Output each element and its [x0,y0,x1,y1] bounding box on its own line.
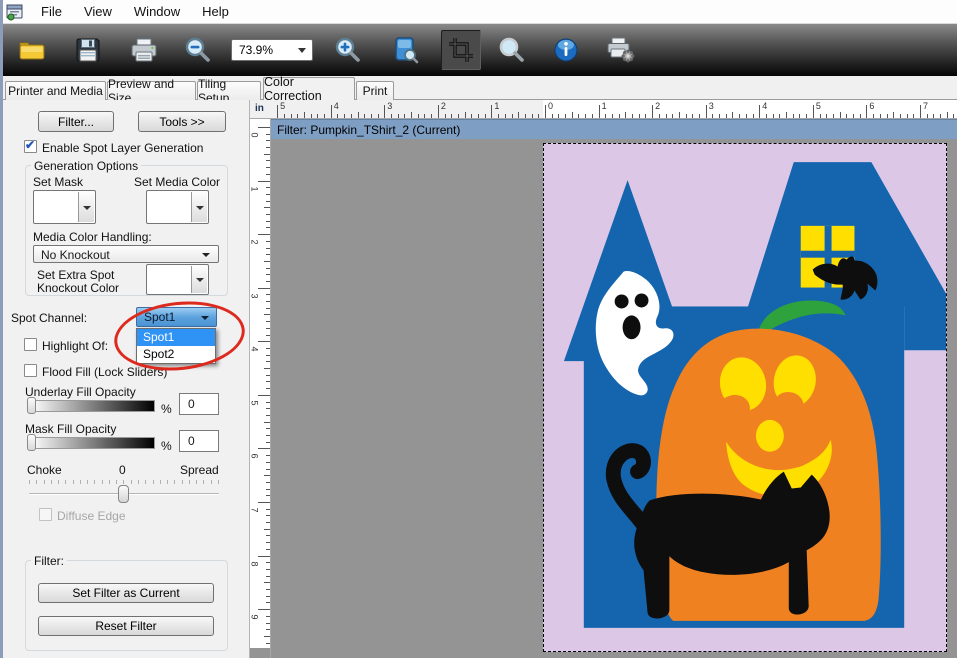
chevron-down-icon [202,253,210,257]
zoom-out-icon[interactable] [181,33,215,67]
media-color-handling-value: No Knockout [41,248,110,262]
horizontal-ruler: in 5432101234567 [250,100,957,119]
menu-view[interactable]: View [73,0,123,23]
underlay-opacity-label: Underlay Fill Opacity [25,385,136,399]
mask-opacity-slider[interactable] [30,437,155,449]
ruler-unit-label: in [255,103,264,114]
open-folder-icon[interactable] [15,33,49,67]
generation-options-legend: Generation Options [31,159,141,173]
underlay-percent-sign: % [161,402,172,416]
spot-channel-label: Spot Channel: [11,311,87,325]
zoom-in-icon[interactable] [331,33,365,67]
extra-spot-knockout-color-combobox[interactable] [146,264,209,295]
choke-center-value: 0 [119,463,126,477]
crop-icon[interactable] [441,30,481,70]
flood-fill-checkbox[interactable] [24,364,37,377]
chevron-down-icon [298,48,306,53]
magnifier-icon[interactable] [495,33,529,67]
canvas-title-text: Filter: Pumpkin_TShirt_2 (Current) [277,123,460,137]
media-color-handling-label: Media Color Handling: [33,230,152,244]
tab-printer-and-media[interactable]: Printer and Media [5,81,106,100]
mask-opacity-input[interactable]: 0 [179,430,219,452]
highlight-of-label: Highlight Of: [42,339,108,353]
set-media-color-combobox[interactable] [146,190,209,224]
reset-filter-button[interactable]: Reset Filter [38,616,214,636]
tab-tiling-setup[interactable]: Tiling Setup [197,81,261,100]
chevron-down-icon[interactable] [191,192,207,222]
underlay-opacity-slider[interactable] [30,400,155,412]
set-media-color-label: Set Media Color [134,175,220,189]
preview-canvas[interactable] [271,139,957,658]
choke-slider-thumb[interactable] [118,485,129,503]
set-filter-as-current-button[interactable]: Set Filter as Current [38,583,214,603]
diffuse-edge-checkbox [39,508,52,521]
set-mask-combobox[interactable] [33,190,96,224]
chevron-down-icon[interactable] [78,192,94,222]
fit-view-icon[interactable] [389,33,423,67]
app-icon [6,3,24,21]
save-icon[interactable] [71,33,105,67]
highlight-of-checkbox[interactable] [24,338,37,351]
mask-percent-sign: % [161,439,172,453]
main-toolbar: 73.9% [3,24,957,76]
filter-button[interactable]: Filter... [38,111,114,132]
ruler-gray-tail [250,648,271,658]
artwork-pumpkin-tshirt[interactable] [543,143,947,652]
choke-tick-marks [29,480,219,484]
print-setup-icon[interactable] [603,33,637,67]
choke-label: Choke [27,463,62,477]
media-color-handling-combobox[interactable]: No Knockout [33,245,219,263]
mask-opacity-slider-thumb[interactable] [27,434,36,451]
underlay-opacity-slider-thumb[interactable] [27,397,36,414]
chevron-down-icon[interactable] [191,266,207,293]
info-icon[interactable] [549,33,583,67]
app-window: File View Window Help [0,0,957,658]
menu-file[interactable]: File [30,0,73,23]
tab-preview-and-size[interactable]: Preview and Size [107,81,196,100]
zoom-level-combobox[interactable]: 73.9% [231,39,313,61]
zoom-level-value: 73.9% [232,43,273,57]
extra-spot-label-line2: Knockout Color [37,281,119,295]
print-icon[interactable] [127,33,161,67]
set-mask-label: Set Mask [33,175,83,189]
canvas-title-bar: Filter: Pumpkin_TShirt_2 (Current) [271,119,957,139]
menu-bar: File View Window Help [3,0,957,24]
filter-group-legend: Filter: [31,554,67,568]
extra-spot-label-line1: Set Extra Spot [37,268,114,282]
enable-spot-layer-checkbox[interactable] [24,140,37,153]
spread-label: Spread [180,463,219,477]
mask-opacity-label: Mask Fill Opacity [25,422,116,436]
diffuse-edge-label: Diffuse Edge [57,509,126,523]
menu-window[interactable]: Window [123,0,191,23]
underlay-opacity-input[interactable]: 0 [179,393,219,415]
tab-color-correction[interactable]: Color Correction [263,77,355,100]
tab-print[interactable]: Print [356,81,394,100]
color-correction-panel: Filter... Tools >> Enable Spot Layer Gen… [3,100,250,658]
tools-button[interactable]: Tools >> [138,111,226,132]
menu-help[interactable]: Help [191,0,240,23]
vertical-ruler: 0123456789 [250,119,271,658]
enable-spot-layer-label: Enable Spot Layer Generation [42,141,203,155]
tab-strip: Printer and Media Preview and Size Tilin… [3,76,957,100]
filter-group [25,560,228,651]
